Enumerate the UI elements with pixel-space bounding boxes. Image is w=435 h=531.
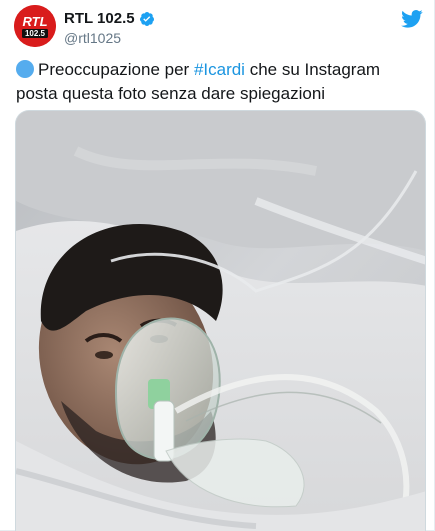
verified-badge-icon	[139, 11, 154, 26]
hashtag-link[interactable]: #Icardi	[194, 60, 245, 79]
avatar[interactable]: RTL 102.5	[14, 5, 56, 47]
photo-illustration	[16, 111, 425, 531]
rtl-logo: RTL 102.5	[14, 5, 56, 47]
tweet-photo[interactable]	[15, 110, 426, 531]
author-name-row[interactable]: RTL 102.5	[64, 10, 155, 27]
author-handle[interactable]: @rtl1025	[64, 30, 121, 46]
tweet-text: Preoccupazione per #Icardi che su Instag…	[16, 58, 416, 106]
avatar-logo-subtext: 102.5	[25, 29, 46, 38]
twitter-bird-icon[interactable]	[401, 9, 423, 29]
display-name[interactable]: RTL 102.5	[64, 10, 135, 27]
tweet-text-before: Preoccupazione per	[38, 60, 194, 79]
tweet-card[interactable]: RTL 102.5 RTL 102.5 @rtl1025 Preoccupazi…	[0, 0, 435, 531]
blue-circle-emoji-icon	[16, 60, 34, 78]
avatar-logo-text: RTL	[22, 14, 47, 29]
